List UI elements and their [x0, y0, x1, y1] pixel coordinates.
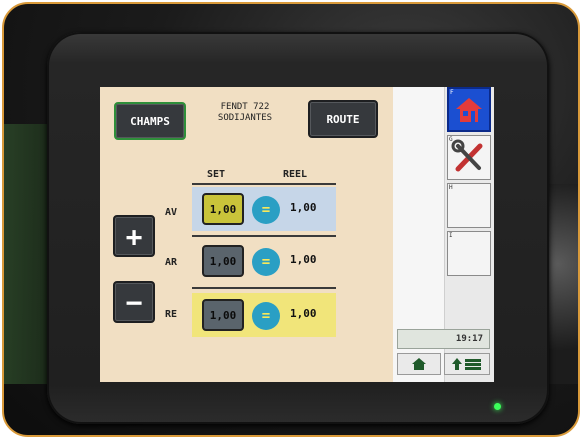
- nav-home-button[interactable]: [397, 353, 441, 375]
- row-re: 1,00 = 1,00: [192, 293, 336, 337]
- set-value-av[interactable]: 1,00: [202, 193, 244, 225]
- minus-button[interactable]: −: [113, 281, 155, 323]
- up-arrow-grid-icon: [452, 358, 481, 370]
- row-av: 1,00 = 1,00: [192, 187, 336, 231]
- softkey-label-i: I: [449, 232, 453, 239]
- tools-icon: [451, 139, 483, 172]
- vehicle-title: FENDT 722 SODIJANTES: [200, 102, 290, 124]
- set-header: SET: [207, 169, 226, 180]
- nav-menu-button[interactable]: [444, 353, 490, 375]
- plus-button[interactable]: +: [113, 215, 155, 257]
- row-label-re: RE: [165, 309, 178, 320]
- equals-icon: =: [252, 248, 280, 276]
- row-divider: [192, 235, 336, 237]
- home-icon: [412, 358, 426, 370]
- clock: 19:17: [397, 329, 490, 349]
- set-value-re[interactable]: 1,00: [202, 299, 244, 331]
- equals-icon: =: [252, 196, 280, 224]
- title-line-1: FENDT 722: [220, 102, 270, 112]
- header-divider: [192, 183, 336, 185]
- row-label-ar: AR: [165, 257, 178, 268]
- softkey-label-g: G: [449, 136, 453, 143]
- reel-value-re: 1,00: [290, 307, 317, 320]
- softkey-i[interactable]: I: [447, 231, 491, 276]
- softkey-home[interactable]: F: [447, 87, 491, 132]
- softkey-h[interactable]: H: [447, 183, 491, 228]
- row-ar: 1,00 = 1,00: [192, 239, 336, 283]
- set-value-ar[interactable]: 1,00: [202, 245, 244, 277]
- reel-value-ar: 1,00: [290, 253, 317, 266]
- row-divider: [192, 287, 336, 289]
- home-icon: [456, 98, 482, 122]
- reel-header: REEL: [283, 169, 308, 180]
- title-line-2: SODIJANTES: [217, 113, 273, 123]
- power-led: [494, 403, 501, 410]
- row-label-av: AV: [165, 207, 178, 218]
- equals-icon: =: [252, 302, 280, 330]
- photo-frame: CHAMPS FENDT 722 SODIJANTES ROUTE SET RE…: [2, 2, 580, 437]
- softkey-label-f: F: [450, 89, 454, 96]
- softkey-tools[interactable]: G: [447, 135, 491, 180]
- terminal-screen: CHAMPS FENDT 722 SODIJANTES ROUTE SET RE…: [100, 87, 494, 382]
- champs-button[interactable]: CHAMPS: [114, 102, 186, 140]
- softkey-label-h: H: [449, 184, 453, 191]
- reel-value-av: 1,00: [290, 201, 317, 214]
- route-button[interactable]: ROUTE: [308, 100, 378, 138]
